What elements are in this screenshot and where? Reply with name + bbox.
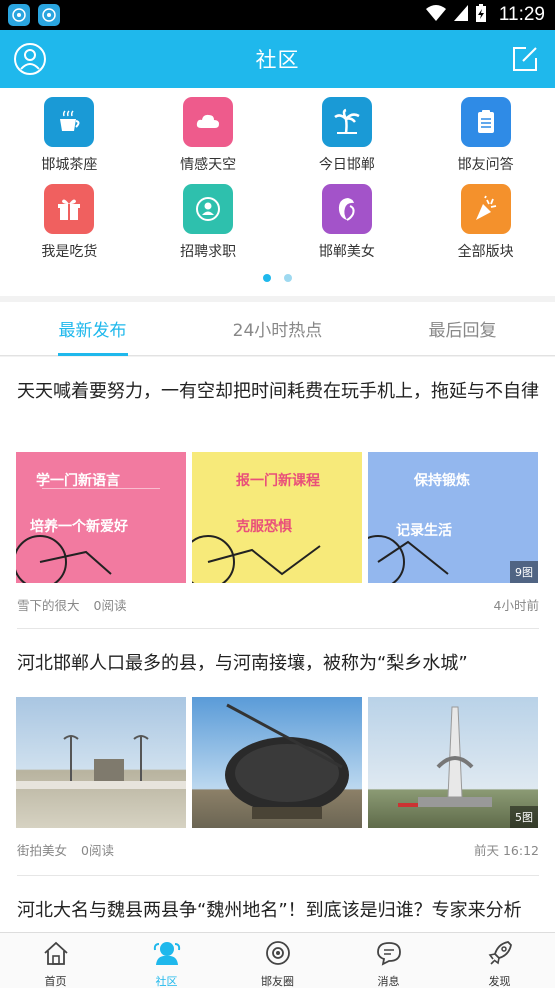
post-item[interactable]: 河北大名与魏县两县争“魏州地名”！到底该是归谁？专家来分析 (0, 876, 555, 932)
post-reads: 0阅读 (93, 598, 127, 613)
status-time: 11:29 (498, 4, 545, 25)
image-count-badge: 5图 (510, 806, 538, 828)
post-item[interactable]: 河北邯郸人口最多的县，与河南接壤，被称为“梨乡水城” 5图 街拍美女 0阅读 前… (0, 629, 555, 864)
post-feed: 天天喊着要努力，一有空却把时间耗费在玩手机上，拖延与不自律 学一门新语言 培养一… (0, 357, 555, 932)
post-time: 前天 16:12 (474, 843, 539, 858)
app-notification-icon (8, 4, 30, 26)
category-grid: 邯城茶座 情感天空 今日邯郸 邯友问答 我是吃货 招聘求职 邯郸美女 全部版块 (0, 88, 555, 296)
post-meta: 雪下的很大 0阅读 4小时前 (17, 595, 539, 614)
app-header: 社区 (0, 30, 555, 88)
page-title: 社区 (255, 48, 300, 72)
camera-circle-icon (264, 940, 292, 970)
gift-box-icon (44, 184, 95, 234)
post-image[interactable]: 5图 (368, 697, 538, 828)
wifi-icon (425, 4, 447, 26)
post-images: 学一门新语言 培养一个新爱好 报一门新课程 克服恐惧 保持锻炼 记录生活 9图 (16, 452, 538, 583)
app-notification-icon (38, 4, 60, 26)
post-author[interactable]: 雪下的很大 (17, 595, 80, 614)
palm-tree-icon (321, 97, 372, 147)
nav-friends-circle[interactable]: 邯友圈 (222, 933, 333, 988)
category-foodie[interactable]: 我是吃货 (0, 184, 139, 271)
cloud-icon (183, 97, 234, 147)
nav-community[interactable]: 社区 (111, 933, 222, 988)
category-beauty[interactable]: 邯郸美女 (278, 184, 417, 271)
bottom-nav: 首页 社区 邯友圈 消息 发现 (0, 932, 555, 988)
category-all[interactable]: 全部版块 (416, 184, 555, 271)
user-icon[interactable] (12, 41, 48, 77)
message-icon (375, 940, 403, 970)
post-image[interactable]: 保持锻炼 记录生活 9图 (368, 452, 538, 583)
rocket-icon (486, 940, 514, 970)
category-tea-room[interactable]: 邯城茶座 (0, 97, 139, 184)
feed-tabs: 最新发布 24小时热点 最后回复 (0, 302, 555, 356)
post-image[interactable]: 学一门新语言 培养一个新爱好 (16, 452, 186, 583)
compose-icon[interactable] (507, 41, 543, 77)
nav-discover[interactable]: 发现 (444, 933, 555, 988)
signal-icon (453, 4, 469, 26)
post-images: 5图 (16, 697, 538, 828)
category-emotion-sky[interactable]: 情感天空 (139, 97, 278, 184)
post-author[interactable]: 街拍美女 (17, 840, 67, 859)
page-indicator (0, 274, 555, 282)
category-today-handan[interactable]: 今日邯郸 (278, 97, 417, 184)
person-badge-icon (183, 184, 234, 234)
category-jobs[interactable]: 招聘求职 (139, 184, 278, 271)
post-image[interactable]: 报一门新课程 克服恐惧 (192, 452, 362, 583)
page-dot[interactable] (284, 274, 292, 282)
community-icon (153, 940, 181, 970)
post-title: 天天喊着要努力，一有空却把时间耗费在玩手机上，拖延与不自律 (17, 381, 539, 402)
post-reads: 0阅读 (81, 843, 114, 858)
post-item[interactable]: 天天喊着要努力，一有空却把时间耗费在玩手机上，拖延与不自律 学一门新语言 培养一… (0, 357, 555, 627)
status-bar: 11:29 (0, 0, 555, 30)
category-qa[interactable]: 邯友问答 (416, 97, 555, 184)
tab-latest[interactable]: 最新发布 (0, 302, 185, 355)
post-title: 河北邯郸人口最多的县，与河南接壤，被称为“梨乡水城” (17, 653, 468, 674)
post-time: 4小时前 (493, 598, 539, 613)
battery-charging-icon (475, 3, 487, 27)
tea-cup-icon (44, 97, 95, 147)
image-count-badge: 9图 (510, 561, 538, 583)
tab-24h-hot[interactable]: 24小时热点 (185, 302, 370, 355)
tab-last-reply[interactable]: 最后回复 (370, 302, 555, 355)
post-image[interactable] (192, 697, 362, 828)
home-icon (42, 940, 70, 970)
post-title: 河北大名与魏县两县争“魏州地名”！到底该是归谁？专家来分析 (17, 900, 522, 921)
post-image[interactable] (16, 697, 186, 828)
nav-home[interactable]: 首页 (0, 933, 111, 988)
woman-profile-icon (321, 184, 372, 234)
page-dot-active[interactable] (263, 274, 271, 282)
post-meta: 街拍美女 0阅读 前天 16:12 (17, 840, 539, 859)
nav-messages[interactable]: 消息 (333, 933, 444, 988)
clipboard-icon (460, 97, 511, 147)
party-popper-icon (460, 184, 511, 234)
